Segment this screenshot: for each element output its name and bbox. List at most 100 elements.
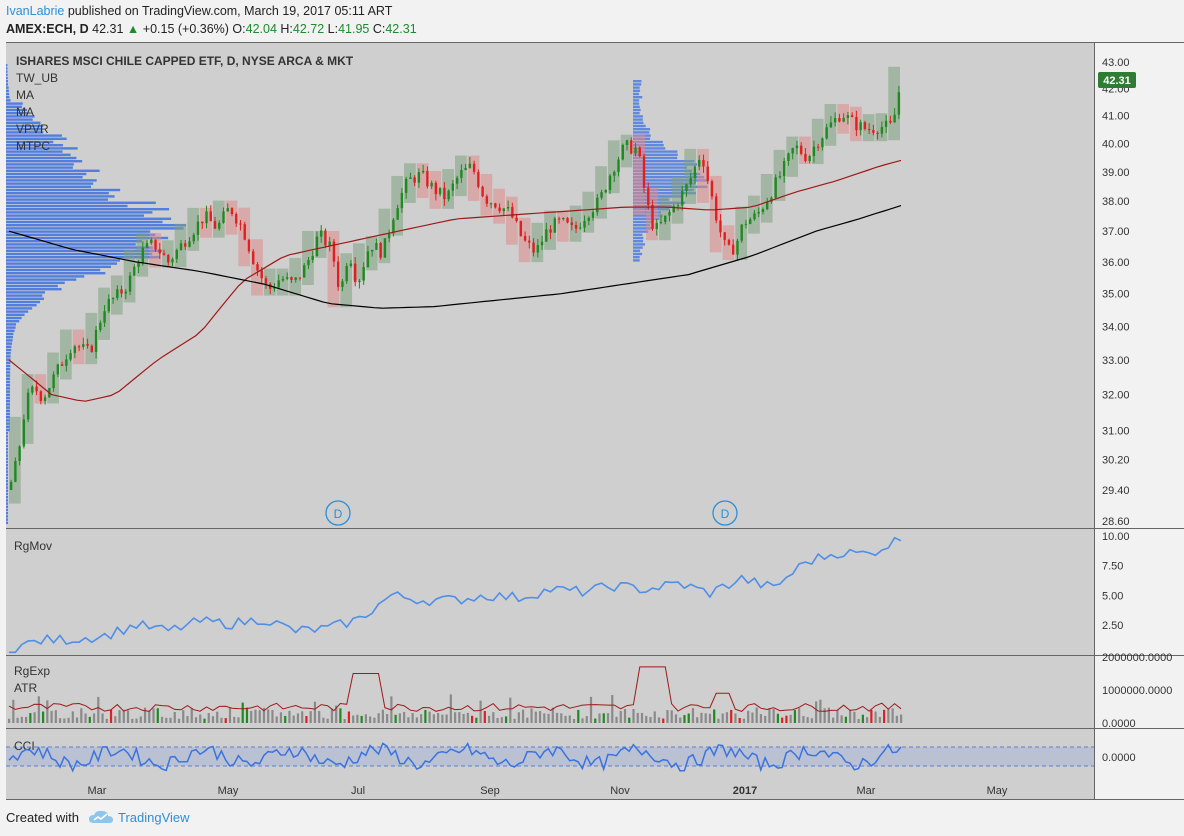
candle-body — [893, 114, 896, 123]
candle-body — [630, 140, 633, 154]
volume-profile-bar — [6, 371, 11, 374]
rgexp-bar — [369, 716, 372, 723]
volume-profile-bar — [6, 265, 111, 268]
candle-body — [158, 249, 161, 254]
candle-body — [320, 230, 323, 237]
rgexp-bar — [585, 716, 588, 723]
rgexp-bar — [122, 709, 125, 723]
rgexp-bar — [564, 715, 567, 723]
candle-body — [315, 236, 319, 257]
tradingview-brand[interactable]: TradingView — [118, 810, 190, 825]
indicator-label-tw-ub[interactable]: TW_UB — [16, 71, 58, 85]
volume-profile-bar — [6, 499, 8, 502]
rgexp-bar — [241, 702, 244, 723]
high-value: 42.72 — [292, 22, 325, 36]
candle-body — [570, 222, 574, 225]
candle-body — [99, 322, 102, 330]
rgexp-bar — [789, 714, 792, 723]
rgexp-bar — [581, 718, 584, 723]
candle-body — [111, 298, 115, 300]
candle-body — [553, 218, 557, 233]
rgexp-bar — [475, 717, 478, 723]
last-price-badge: 42.31 — [1098, 72, 1136, 88]
rgexp-bar — [33, 712, 36, 723]
candle-body — [464, 167, 467, 170]
volume-profile-bar — [633, 115, 643, 118]
candle-body — [884, 120, 888, 127]
rgexp-bar — [547, 713, 550, 723]
rgmov-label[interactable]: RgMov — [14, 539, 52, 553]
volume-profile-bar — [6, 361, 11, 364]
rgmov-tick-label: 5.00 — [1102, 590, 1123, 602]
rgexp-bar — [649, 717, 652, 723]
candle-body — [60, 364, 64, 366]
rgexp-bar — [313, 701, 317, 723]
volume-profile-bar — [6, 332, 14, 336]
volume-profile-bar — [6, 464, 8, 467]
volume-profile-bar — [6, 435, 9, 438]
main-pane-bg — [6, 42, 1094, 528]
candle-body — [277, 280, 280, 288]
rgexp-bar — [832, 717, 835, 723]
candle-body — [175, 249, 178, 260]
rgexp-bar — [738, 717, 741, 723]
candle-body — [511, 206, 514, 218]
candle-body — [52, 374, 55, 389]
indicator-label-ma-2[interactable]: MA — [16, 105, 34, 119]
candle-body — [196, 221, 200, 235]
rgexp-bar — [878, 716, 881, 723]
author-link[interactable]: IvanLabrie — [6, 4, 64, 18]
candle-body — [596, 197, 599, 213]
candle-body — [523, 235, 527, 241]
published-text: published on TradingView.com, March 19, … — [67, 4, 393, 18]
volume-profile-bar — [6, 480, 8, 483]
candle-body — [18, 446, 21, 462]
rgexp-bar — [131, 718, 134, 723]
volume-profile-bar — [6, 489, 8, 492]
candle-body — [226, 208, 229, 212]
rgexp-bar — [454, 712, 457, 723]
volume-profile-bar — [6, 153, 71, 156]
candle-body — [77, 346, 81, 348]
high-label: H: — [280, 22, 293, 36]
rgexp-bar — [63, 718, 66, 723]
rgexp-bar — [12, 699, 15, 723]
chart-canvas[interactable]: ISHARES MSCI CHILE CAPPED ETF, D, NYSE A… — [0, 40, 1184, 800]
volume-profile-bar — [6, 368, 11, 371]
volume-profile-bar — [6, 204, 128, 208]
atr-label[interactable]: ATR — [14, 681, 37, 695]
rgexp-bar — [245, 707, 249, 723]
candle-body — [124, 291, 128, 294]
rgexp-bar — [823, 708, 826, 723]
volume-profile-bar — [6, 217, 172, 220]
volume-profile-bar — [633, 92, 639, 96]
candle-body — [472, 163, 476, 172]
indicator-label-ma-1[interactable]: MA — [16, 88, 34, 102]
volume-profile-bar — [6, 201, 156, 204]
candle-body — [664, 215, 667, 222]
volume-profile-bar — [6, 182, 94, 185]
indicator-label-vpvr[interactable]: VPVR — [16, 122, 49, 136]
rgexp-bar — [279, 712, 283, 723]
rgexp-bar — [326, 718, 329, 723]
candle-body — [761, 209, 765, 212]
rgexp-bar — [330, 709, 334, 723]
candle-body — [120, 289, 123, 294]
rgexp-bar — [386, 713, 389, 723]
rgexp-bar — [594, 718, 597, 723]
volume-profile-bar — [6, 329, 15, 332]
rgexp-bar — [577, 709, 580, 723]
volume-profile-bar — [6, 195, 115, 198]
rgexp-bar — [54, 710, 57, 723]
candle-body — [842, 117, 845, 122]
rgexp-bar — [203, 718, 206, 723]
volume-profile-bar — [6, 384, 11, 387]
volume-profile-bar — [633, 230, 649, 233]
indicator-label-mtpc[interactable]: MTPC — [16, 139, 50, 153]
volume-profile-bar — [6, 89, 9, 92]
rgexp-label[interactable]: RgExp — [14, 664, 50, 678]
close-label: C: — [372, 22, 386, 36]
time-tick-label: 2017 — [733, 785, 757, 797]
rgexp-bar — [75, 717, 79, 723]
rgexp-bar — [177, 718, 181, 723]
